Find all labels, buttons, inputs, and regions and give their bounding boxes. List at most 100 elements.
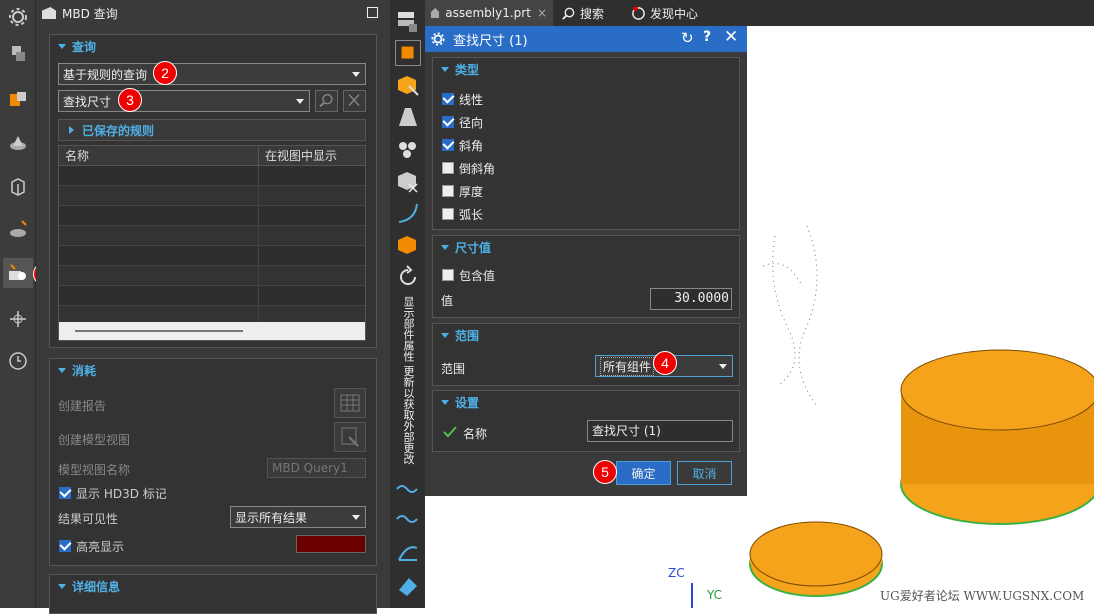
highlight-label: 高亮显示 xyxy=(76,540,125,554)
type-group-header[interactable]: 类型 xyxy=(433,58,739,80)
type-checkbox[interactable] xyxy=(442,116,454,128)
dialog-title-bar: 查找尺寸 (1) ↻ ? ✕ xyxy=(425,26,747,52)
cancel-button[interactable]: 取消 xyxy=(677,461,732,485)
clock-icon[interactable] xyxy=(5,348,31,374)
table-row[interactable] xyxy=(59,226,365,246)
type-checkbox[interactable] xyxy=(442,93,454,105)
help-icon[interactable]: ? xyxy=(703,29,711,45)
type-checkbox[interactable] xyxy=(442,162,454,174)
gear-icon[interactable] xyxy=(5,4,31,30)
delete-rule-button[interactable] xyxy=(343,90,366,112)
scope-group-header[interactable]: 范围 xyxy=(433,324,739,346)
type-checkbox[interactable] xyxy=(442,185,454,197)
table-row[interactable] xyxy=(59,266,365,286)
close-tab-icon[interactable]: × xyxy=(537,6,547,20)
reset-icon[interactable]: ↻ xyxy=(681,29,694,47)
layer-stack-icon[interactable] xyxy=(395,8,421,34)
vertical-toolbar: 显示部件属性 更新以获取外部更改 xyxy=(390,0,425,608)
saved-rules-header[interactable]: 已保存的规则 xyxy=(58,119,366,141)
curve-icon[interactable] xyxy=(395,200,421,226)
assembly-navigator-icon[interactable] xyxy=(5,40,31,66)
table-row[interactable] xyxy=(59,246,365,266)
name-input[interactable]: 查找尺寸 (1) xyxy=(587,420,733,442)
rules-table: 名称 在视图中显示 xyxy=(58,145,366,341)
large-cylinder xyxy=(900,349,1094,525)
refresh-icon[interactable] xyxy=(395,264,421,290)
model-view-name-input[interactable] xyxy=(267,458,366,478)
axis-yc-label: YC xyxy=(707,588,723,602)
type-label: 斜角 xyxy=(459,139,484,153)
ok-button[interactable]: 确定 xyxy=(616,461,671,485)
query-type-dropdown[interactable]: 基于规则的查询 xyxy=(58,63,366,85)
mbd-query-icon[interactable] xyxy=(3,258,33,288)
constraint-navigator-icon[interactable] xyxy=(5,86,31,112)
step-badge-3: 3 xyxy=(118,88,142,112)
pattern-icon[interactable] xyxy=(395,136,421,162)
table-row[interactable] xyxy=(59,166,365,186)
column-header-name[interactable]: 名称 xyxy=(59,146,259,165)
road-icon[interactable] xyxy=(395,104,421,130)
close-icon[interactable]: ✕ xyxy=(724,27,738,47)
maximize-icon[interactable] xyxy=(367,7,378,18)
move-component-icon[interactable] xyxy=(5,306,31,332)
create-report-button[interactable] xyxy=(334,388,366,418)
show-part-icon[interactable] xyxy=(395,232,421,258)
tab-assembly[interactable]: assembly1.prt × xyxy=(425,0,553,26)
type-label: 线性 xyxy=(459,93,484,107)
show-hd3d-checkbox[interactable] xyxy=(59,487,71,499)
part-file-icon xyxy=(431,8,440,18)
type-checkbox[interactable] xyxy=(442,208,454,220)
orange-square-icon[interactable] xyxy=(395,40,421,66)
wave-icon-2[interactable] xyxy=(395,506,421,532)
tab-discover[interactable]: 发现中心 xyxy=(625,0,704,26)
part-navigator-icon[interactable] xyxy=(5,130,31,156)
highlight-checkbox[interactable] xyxy=(59,540,71,552)
details-group-header[interactable]: 详细信息 xyxy=(50,575,376,597)
find-dimensions-dialog: 查找尺寸 (1) ↻ ? ✕ 类型 线性 径向 斜角 倒斜角 厚度 弧长 尺寸值 包含值 … xyxy=(425,26,747,496)
type-label: 径向 xyxy=(459,116,484,130)
query-group-header[interactable]: 查询 xyxy=(50,35,376,57)
reuse-library-icon[interactable] xyxy=(5,174,31,200)
resource-bar xyxy=(0,0,36,608)
axis-zc-label: ZC xyxy=(668,566,685,580)
show-hd3d-label: 显示 HD3D 标记 xyxy=(76,487,167,501)
step-badge-5: 5 xyxy=(593,460,617,484)
graphics-viewport[interactable] xyxy=(747,26,1094,608)
table-row[interactable] xyxy=(59,206,365,226)
vertical-toolbar-label[interactable]: 显示部件属性 更新以获取外部更改 xyxy=(399,296,417,476)
horizontal-scrollbar[interactable] xyxy=(59,322,365,340)
create-model-view-button[interactable] xyxy=(334,422,366,452)
delete-body-icon[interactable] xyxy=(395,168,421,194)
column-header-show[interactable]: 在视图中显示 xyxy=(259,146,365,165)
tab-search[interactable]: 搜索 xyxy=(555,0,610,26)
settings-group: 设置 名称 查找尺寸 (1) xyxy=(432,390,740,452)
type-label: 弧长 xyxy=(459,208,484,222)
value-input[interactable]: 30.0000 xyxy=(650,288,732,310)
include-value-label: 包含值 xyxy=(459,269,496,283)
small-cylinder xyxy=(749,521,883,597)
query-group: 查询 基于规则的查询 查找尺寸 已保存的规则 名称 在视图中显示 xyxy=(49,34,377,348)
rule-dropdown[interactable]: 查找尺寸 xyxy=(58,90,310,112)
search-icon xyxy=(562,7,575,20)
highlight-color-swatch[interactable] xyxy=(296,535,366,553)
surface-icon[interactable] xyxy=(395,540,421,566)
dimension-value-group: 尺寸值 包含值 值 30.0000 xyxy=(432,235,740,318)
wave-icon[interactable] xyxy=(395,476,421,502)
create-model-view-label: 创建模型视图 xyxy=(58,433,131,447)
history-icon[interactable] xyxy=(5,216,31,242)
gear-icon xyxy=(431,32,445,46)
type-checkbox[interactable] xyxy=(442,139,454,151)
consume-group-header[interactable]: 消耗 xyxy=(50,359,376,381)
settings-group-header[interactable]: 设置 xyxy=(433,391,739,413)
dimension-value-group-header[interactable]: 尺寸值 xyxy=(433,236,739,258)
mesh-surface-icon[interactable] xyxy=(395,572,421,598)
name-label: 名称 xyxy=(463,427,488,441)
include-value-checkbox[interactable] xyxy=(442,269,454,281)
table-row[interactable] xyxy=(59,286,365,306)
model-view-name-label: 模型视图名称 xyxy=(58,463,131,477)
discover-icon xyxy=(632,5,645,20)
table-row[interactable] xyxy=(59,186,365,206)
result-visibility-dropdown[interactable]: 显示所有结果 xyxy=(230,506,366,528)
edit-block-icon[interactable] xyxy=(395,72,421,98)
search-rule-button[interactable] xyxy=(315,90,338,112)
